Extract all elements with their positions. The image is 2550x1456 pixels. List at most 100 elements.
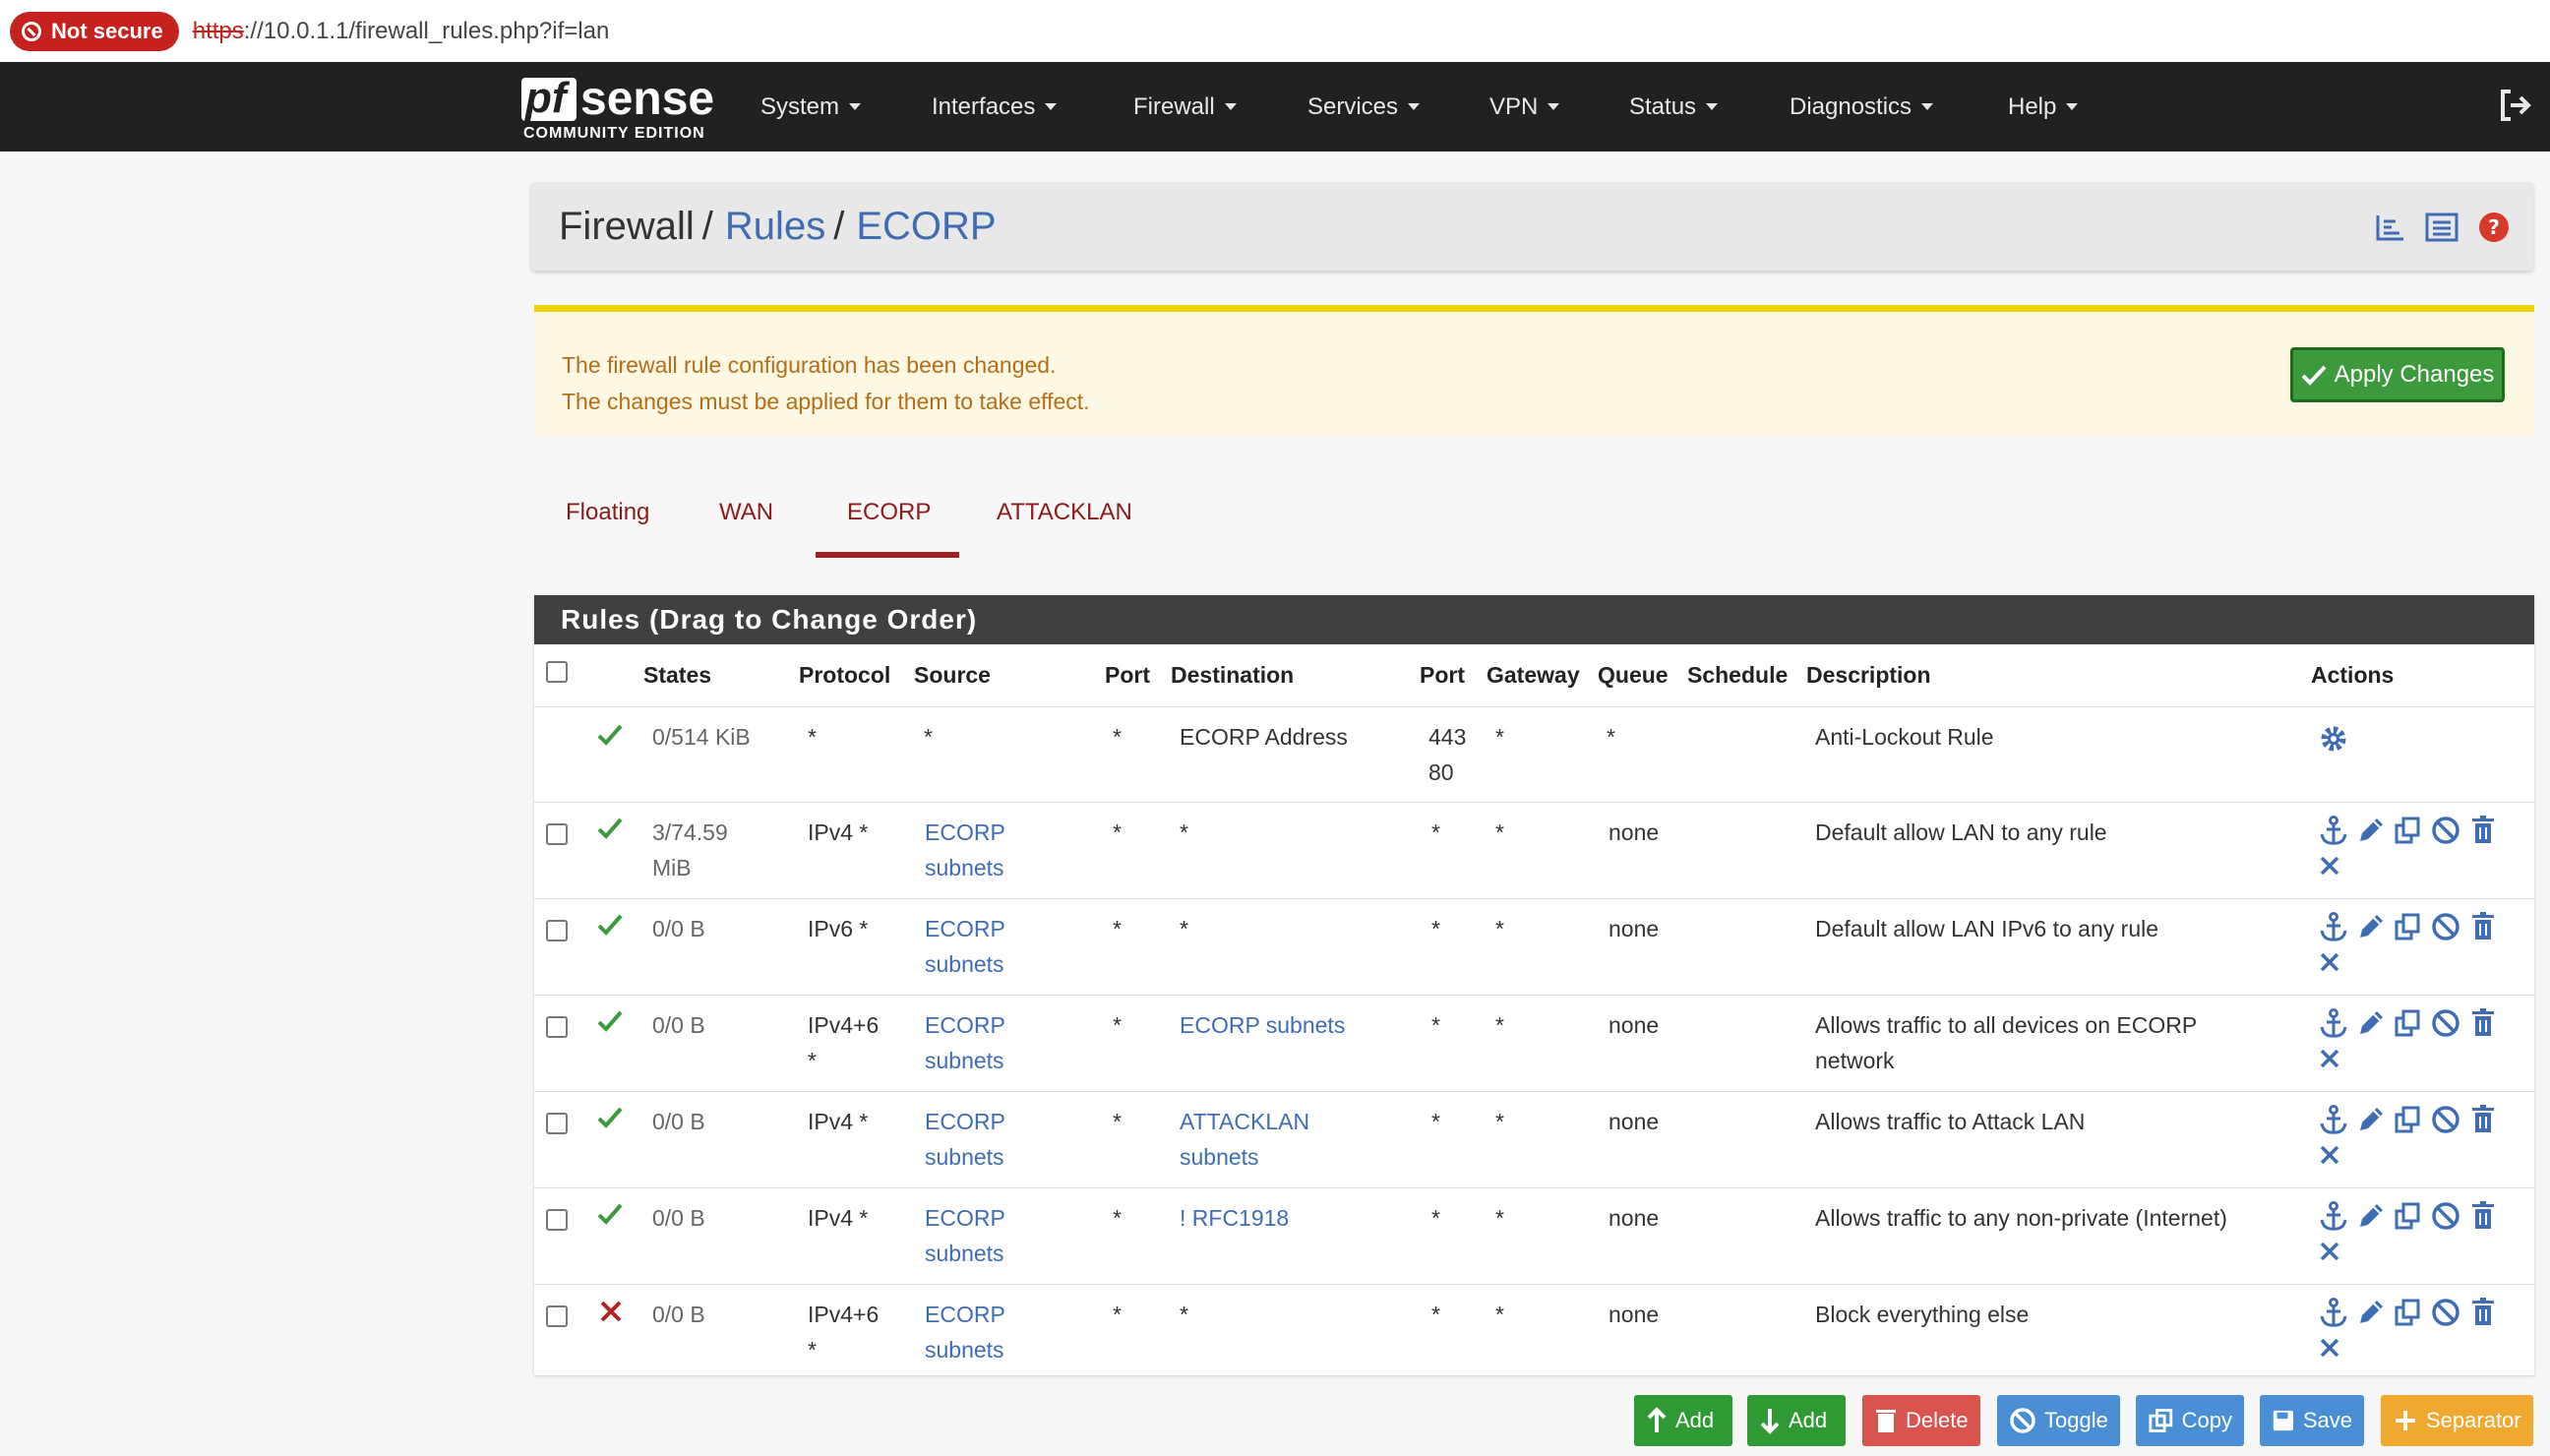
tab-floating[interactable]: Floating: [534, 487, 688, 558]
destination-cell[interactable]: subnets: [1180, 1139, 1259, 1175]
apply-changes-button[interactable]: Apply Changes: [2290, 347, 2505, 402]
copy-button[interactable]: Copy: [2136, 1395, 2244, 1446]
copy-icon[interactable]: [2393, 1297, 2424, 1328]
delete-x-icon[interactable]: [2318, 950, 2341, 974]
states-cell[interactable]: 0/0 B: [652, 1297, 705, 1332]
select-all-checkbox[interactable]: [546, 661, 568, 683]
copy-icon[interactable]: [2393, 911, 2424, 942]
trash-icon[interactable]: [2467, 1104, 2499, 1135]
ban-icon[interactable]: [2430, 1007, 2461, 1039]
pencil-icon[interactable]: [2355, 911, 2387, 942]
source-cell[interactable]: ECORP: [925, 911, 1005, 946]
states-cell[interactable]: 0/0 B: [652, 911, 705, 946]
ban-icon[interactable]: [2430, 815, 2461, 846]
trash-icon[interactable]: [2467, 1200, 2499, 1232]
destination-cell[interactable]: ! RFC1918: [1180, 1200, 1289, 1236]
trash-icon[interactable]: [2467, 1297, 2499, 1328]
delete-x-icon[interactable]: [2318, 1240, 2341, 1263]
source-cell[interactable]: ECORP: [925, 1007, 1005, 1043]
help-icon[interactable]: ?: [2478, 212, 2510, 243]
delete-x-icon[interactable]: [2318, 854, 2341, 878]
tab-wan[interactable]: WAN: [688, 487, 816, 558]
menu-vpn[interactable]: VPN: [1489, 62, 1560, 152]
row-checkbox[interactable]: [546, 1113, 568, 1134]
gear-icon[interactable]: [2318, 723, 2349, 755]
menu-services[interactable]: Services: [1307, 62, 1421, 152]
logout-icon[interactable]: [2497, 88, 2532, 123]
pass-icon[interactable]: [596, 1007, 624, 1035]
col-schedule[interactable]: Schedule: [1687, 662, 1788, 689]
row-checkbox[interactable]: [546, 1305, 568, 1327]
source-cell[interactable]: subnets: [925, 1236, 1004, 1271]
col-queue[interactable]: Queue: [1598, 662, 1669, 689]
source-cell[interactable]: ECORP: [925, 1104, 1005, 1139]
states-cell[interactable]: MiB: [652, 850, 692, 885]
menu-diagnostics[interactable]: Diagnostics: [1790, 62, 1934, 152]
anchor-icon[interactable]: [2318, 1200, 2349, 1232]
col-description[interactable]: Description: [1806, 662, 1931, 689]
delete-x-icon[interactable]: [2318, 1143, 2341, 1167]
source-cell[interactable]: subnets: [925, 850, 1004, 885]
table-row[interactable]: 0/0 B IPv6 * ECORP subnets * * * * none Default a…: [534, 898, 2534, 995]
ban-icon[interactable]: [2430, 1200, 2461, 1232]
col-source-port[interactable]: Port: [1105, 662, 1150, 689]
table-row[interactable]: 0/514 KiB * * * ECORP Address 443 80 * *…: [534, 706, 2534, 802]
anchor-icon[interactable]: [2318, 1104, 2349, 1135]
pfsense-logo[interactable]: pf sense COMMUNITY EDITION: [521, 72, 714, 143]
col-destination-port[interactable]: Port: [1420, 662, 1465, 689]
source-cell[interactable]: subnets: [925, 1043, 1004, 1078]
trash-icon[interactable]: [2467, 1007, 2499, 1039]
pass-icon[interactable]: [596, 815, 624, 842]
anchor-icon[interactable]: [2318, 1007, 2349, 1039]
breadcrumb-rules-link[interactable]: Rules: [725, 205, 825, 249]
pass-icon[interactable]: [596, 1200, 624, 1228]
breadcrumb-ecorp-link[interactable]: ECORP: [856, 205, 996, 249]
table-row[interactable]: 0/0 B IPv4+6 * ECORP subnets * * * * none Block ev…: [534, 1284, 2534, 1380]
separator-button[interactable]: Separator: [2381, 1395, 2533, 1446]
pass-icon[interactable]: [596, 1104, 624, 1131]
pencil-icon[interactable]: [2355, 815, 2387, 846]
row-checkbox[interactable]: [546, 1016, 568, 1038]
ban-icon[interactable]: [2430, 911, 2461, 942]
states-cell[interactable]: 0/514 KiB: [652, 719, 751, 755]
col-protocol[interactable]: Protocol: [799, 662, 890, 689]
url-field[interactable]: https://10.0.1.1/firewall_rules.php?if=l…: [193, 18, 610, 45]
source-cell[interactable]: ECORP: [925, 1200, 1005, 1236]
destination-cell[interactable]: ATTACKLAN: [1180, 1104, 1309, 1139]
table-row[interactable]: 0/0 B IPv4+6 * ECORP subnets * ECORP subnets * *…: [534, 995, 2534, 1091]
col-source[interactable]: Source: [914, 662, 991, 689]
menu-help[interactable]: Help: [2008, 62, 2079, 152]
pass-icon[interactable]: [596, 911, 624, 939]
toggle-button[interactable]: Toggle: [1997, 1395, 2120, 1446]
table-row[interactable]: 0/0 B IPv4 * ECORP subnets * ATTACKLAN subnets…: [534, 1091, 2534, 1187]
col-gateway[interactable]: Gateway: [1487, 662, 1580, 689]
trash-icon[interactable]: [2467, 815, 2499, 846]
copy-icon[interactable]: [2393, 1007, 2424, 1039]
pencil-icon[interactable]: [2355, 1200, 2387, 1232]
table-row[interactable]: 0/0 B IPv4 * ECORP subnets * ! RFC1918 * * none A…: [534, 1187, 2534, 1284]
tab-ecorp[interactable]: ECORP: [816, 487, 959, 558]
source-cell[interactable]: subnets: [925, 1332, 1004, 1367]
copy-icon[interactable]: [2393, 1200, 2424, 1232]
menu-firewall[interactable]: Firewall: [1133, 62, 1237, 152]
save-button[interactable]: Save: [2260, 1395, 2364, 1446]
trash-icon[interactable]: [2467, 911, 2499, 942]
table-row[interactable]: 3/74.59 MiB IPv4 * ECORP subnets * * * * none Defa…: [534, 802, 2534, 898]
ban-icon[interactable]: [2430, 1104, 2461, 1135]
row-checkbox[interactable]: [546, 920, 568, 941]
add-bottom-button[interactable]: Add: [1747, 1395, 1846, 1446]
source-cell[interactable]: subnets: [925, 946, 1004, 982]
menu-system[interactable]: System: [760, 62, 862, 152]
row-checkbox[interactable]: [546, 823, 568, 845]
add-top-button[interactable]: Add: [1634, 1395, 1732, 1446]
states-cell[interactable]: 0/0 B: [652, 1007, 705, 1043]
source-cell[interactable]: subnets: [925, 1139, 1004, 1175]
menu-interfaces[interactable]: Interfaces: [932, 62, 1058, 152]
copy-icon[interactable]: [2393, 815, 2424, 846]
anchor-icon[interactable]: [2318, 911, 2349, 942]
delete-x-icon[interactable]: [2318, 1047, 2341, 1070]
not-secure-badge[interactable]: Not secure: [10, 11, 179, 51]
chart-icon[interactable]: [2374, 212, 2405, 243]
anchor-icon[interactable]: [2318, 1297, 2349, 1328]
destination-cell[interactable]: ECORP subnets: [1180, 1007, 1345, 1043]
